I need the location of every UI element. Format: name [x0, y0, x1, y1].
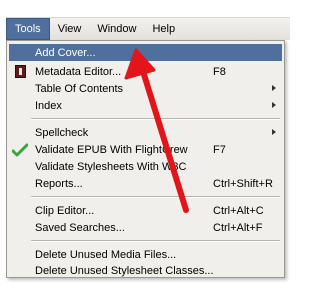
metadata-book-icon — [11, 63, 29, 80]
menu-item-label: Table Of Contents — [35, 82, 124, 95]
menu-item-shortcut: Ctrl+Alt+C — [213, 204, 264, 217]
menu-item-label: Clip Editor... — [35, 204, 95, 217]
menu-item-table-of-contents[interactable]: Table Of Contents — [9, 80, 282, 97]
menu-tools[interactable]: Tools — [6, 18, 50, 40]
submenu-arrow-icon — [272, 85, 276, 91]
menu-separator — [31, 118, 280, 120]
tools-dropdown-menu: Add Cover... Metadata Editor... F8 Table… — [6, 40, 285, 278]
menu-item-delete-unused-stylesheet-classes[interactable]: Delete Unused Stylesheet Classes... — [9, 262, 282, 279]
menu-item-label: Validate EPUB With FlightCrew — [35, 143, 188, 156]
menu-item-reports[interactable]: Reports... Ctrl+Shift+R — [9, 175, 282, 192]
menu-help[interactable]: Help — [144, 18, 183, 40]
submenu-arrow-icon — [272, 102, 276, 108]
menu-item-shortcut: F7 — [213, 143, 226, 156]
menu-item-shortcut: Ctrl+Shift+R — [213, 177, 273, 190]
submenu-arrow-icon — [272, 129, 276, 135]
menu-separator — [31, 196, 280, 198]
menu-item-label: Delete Unused Stylesheet Classes... — [35, 264, 214, 277]
menu-item-label: Metadata Editor... — [35, 65, 122, 78]
menu-view[interactable]: View — [50, 18, 90, 40]
menu-item-label: Spellcheck — [35, 126, 89, 139]
menu-item-clip-editor[interactable]: Clip Editor... Ctrl+Alt+C — [9, 202, 282, 219]
menu-item-saved-searches[interactable]: Saved Searches... Ctrl+Alt+F — [9, 219, 282, 236]
menu-bar: Tools View Window Help — [6, 17, 290, 40]
menu-item-shortcut: Ctrl+Alt+F — [213, 221, 263, 234]
menu-window[interactable]: Window — [89, 18, 144, 40]
menu-item-validate-stylesheets[interactable]: Validate Stylesheets With W3C — [9, 158, 282, 175]
menu-item-validate-epub[interactable]: Validate EPUB With FlightCrew F7 — [9, 141, 282, 158]
green-checkmark-icon — [11, 141, 29, 158]
menu-item-label: Saved Searches... — [35, 221, 125, 234]
menu-item-delete-unused-media[interactable]: Delete Unused Media Files... — [9, 246, 282, 263]
menu-item-label: Reports... — [35, 177, 83, 190]
screenshot-stage: Tools View Window Help Add Cover... Meta… — [0, 0, 299, 289]
menu-item-index[interactable]: Index — [9, 97, 282, 114]
menu-item-label: Add Cover... — [35, 46, 96, 59]
menu-item-label: Index — [35, 99, 62, 112]
menu-item-label: Validate Stylesheets With W3C — [35, 160, 187, 173]
menu-separator — [31, 240, 280, 242]
menu-item-add-cover[interactable]: Add Cover... — [9, 44, 282, 61]
menu-item-shortcut: F8 — [213, 65, 226, 78]
menu-item-spellcheck[interactable]: Spellcheck — [9, 124, 282, 141]
menu-item-label: Delete Unused Media Files... — [35, 248, 177, 261]
menu-item-metadata-editor[interactable]: Metadata Editor... F8 — [9, 63, 282, 80]
